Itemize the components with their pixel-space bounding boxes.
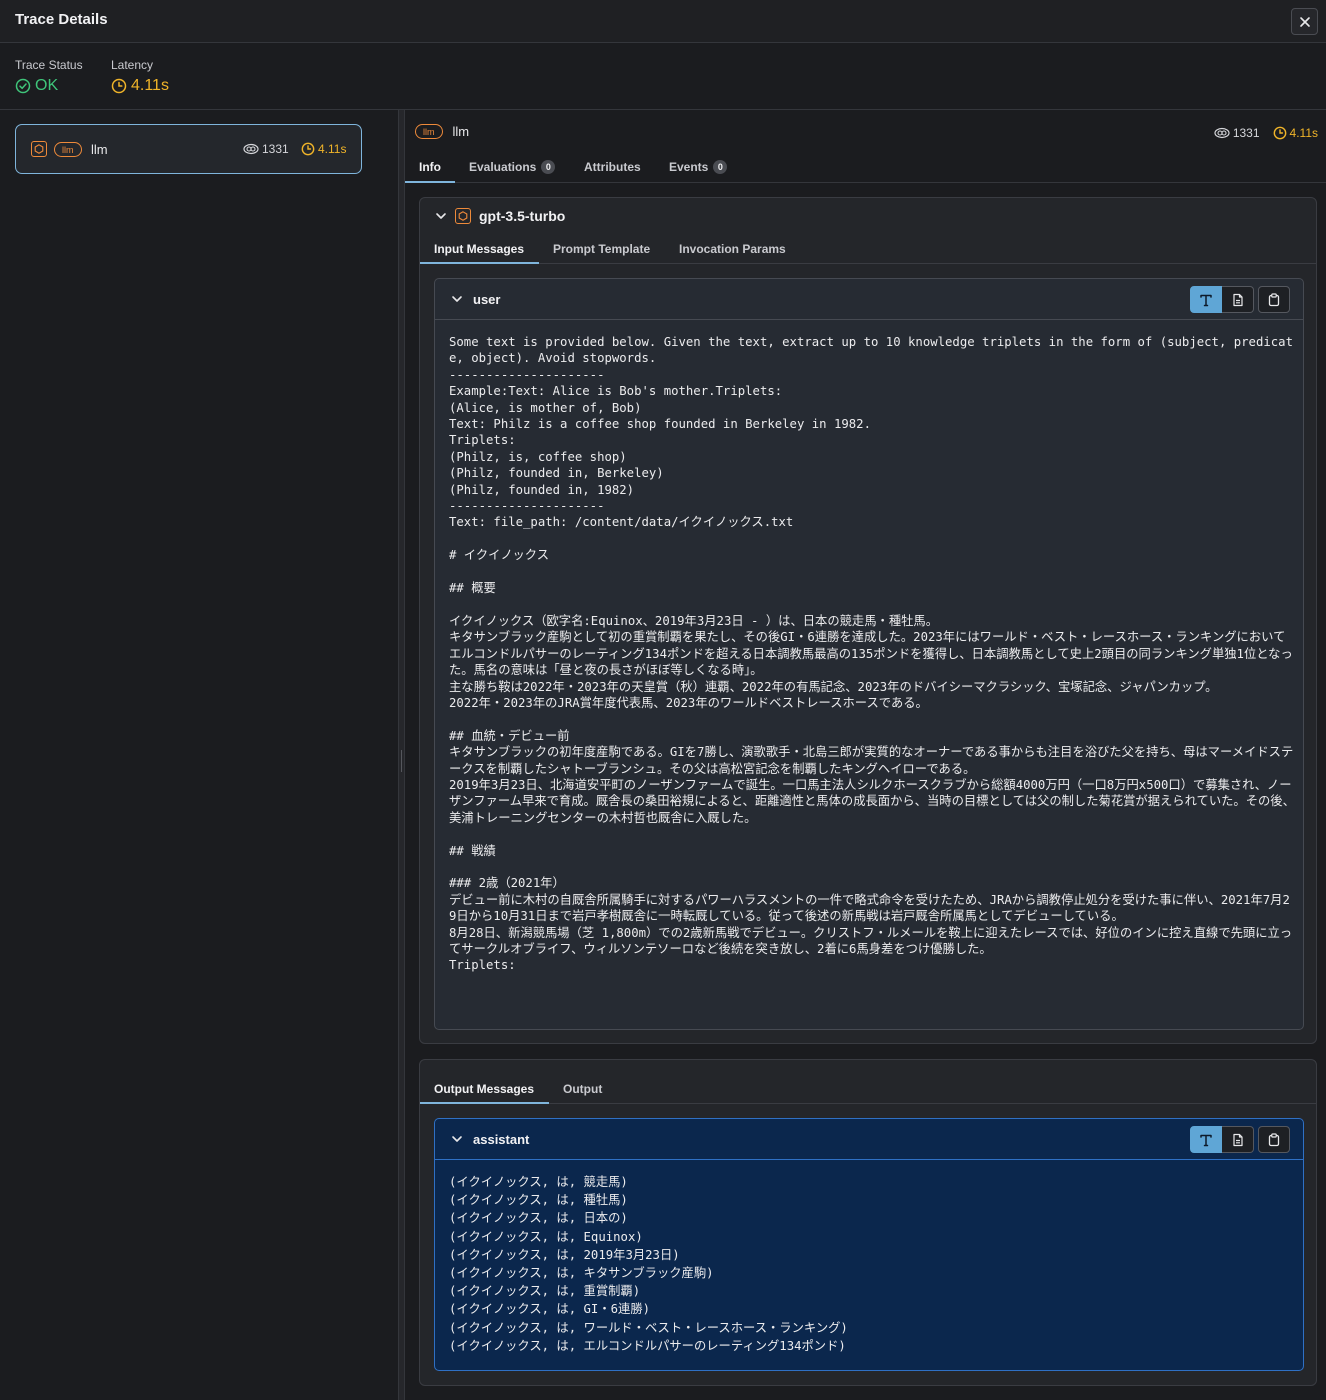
text-icon: [1200, 294, 1212, 306]
page-title: Trace Details: [15, 11, 108, 28]
span-tree: llm llm 1331 4.11s: [0, 110, 398, 1400]
span-header: llm llm: [415, 124, 469, 139]
count-badge: 0: [713, 160, 728, 174]
span-latency: 4.11s: [301, 142, 346, 156]
tab-input-messages[interactable]: Input Messages: [434, 242, 524, 256]
clock-icon: [111, 78, 127, 94]
title-bar: Trace Details: [0, 0, 1326, 43]
token-count: 1331: [1214, 126, 1260, 140]
llm-span-icon: [31, 141, 47, 157]
span-latency: 4.11s: [1273, 126, 1318, 140]
span-tree-node[interactable]: llm llm 1331 4.11s: [15, 124, 362, 174]
span-latency-value: 4.11s: [318, 142, 347, 156]
close-icon: [1299, 16, 1310, 27]
model-name: gpt-3.5-turbo: [479, 208, 566, 224]
llm-input-card: gpt-3.5-turbo Input Messages Prompt Temp…: [419, 197, 1317, 1044]
document-icon: [1232, 1133, 1243, 1146]
markdown-view-button[interactable]: [1222, 1126, 1254, 1153]
span-details: llm llm 1331 4.11s Info Evaluations 0 Att…: [405, 110, 1326, 1400]
token-count-value: 1331: [1232, 126, 1260, 140]
count-badge: 0: [541, 160, 556, 174]
message-toolbar: [1190, 1126, 1290, 1153]
latency-value: 4.11s: [131, 77, 169, 94]
markdown-view-button[interactable]: [1222, 286, 1254, 313]
trace-latency: Latency 4.11s: [111, 58, 169, 95]
trace-status: Trace Status OK: [15, 58, 83, 95]
span-kind-badge: llm: [54, 142, 82, 157]
output-subtabs: Output Messages Output: [420, 1076, 1316, 1104]
llm-span-icon: [455, 208, 471, 224]
tokens-icon: [243, 143, 259, 155]
message-role: assistant: [473, 1131, 530, 1147]
active-subtab-indicator: [420, 262, 539, 264]
text-view-button[interactable]: [1190, 286, 1222, 313]
panel-resize-handle[interactable]: [398, 110, 405, 1400]
token-count-value: 1331: [262, 142, 289, 156]
tab-invocation-params[interactable]: Invocation Params: [679, 242, 786, 256]
tab-evaluations[interactable]: Evaluations 0: [469, 160, 556, 174]
detail-tabs: Info Evaluations 0 Attributes Events 0: [405, 154, 1326, 183]
active-tab-indicator: [405, 181, 455, 183]
chevron-down-icon: [452, 1136, 462, 1142]
tab-output[interactable]: Output: [563, 1082, 602, 1096]
message-assistant: assistant (イクイノックス, は, 競走馬) (イクイノックス, は,…: [434, 1118, 1304, 1371]
span-latency-value: 4.11s: [1289, 126, 1318, 140]
model-header[interactable]: gpt-3.5-turbo: [435, 208, 565, 224]
input-subtabs: Input Messages Prompt Template Invocatio…: [420, 236, 1316, 264]
active-subtab-indicator: [420, 1102, 549, 1104]
message-toolbar: [1190, 286, 1290, 313]
trace-status-value: OK: [35, 77, 59, 94]
chevron-down-icon: [452, 296, 462, 302]
span-metrics: 1331 4.11s: [1214, 126, 1318, 140]
check-circle-icon: [15, 78, 31, 94]
clipboard-icon: [1268, 292, 1280, 306]
tab-info[interactable]: Info: [419, 160, 441, 174]
message-content: Some text is provided below. Given the t…: [449, 335, 1295, 973]
document-icon: [1232, 293, 1243, 306]
message-header[interactable]: user: [435, 279, 1303, 320]
clipboard-icon: [1268, 1132, 1280, 1146]
tab-attributes[interactable]: Attributes: [584, 160, 641, 174]
tokens-icon: [1214, 127, 1230, 139]
close-button[interactable]: [1291, 8, 1318, 35]
llm-output-card: Output Messages Output assistant (イクイノック…: [419, 1059, 1317, 1386]
text-view-button[interactable]: [1190, 1126, 1222, 1153]
tab-label: Attributes: [584, 160, 641, 174]
latency-label: Latency: [111, 58, 154, 72]
span-name: llm: [452, 124, 470, 139]
tab-label: Events: [669, 160, 709, 174]
span-name: llm: [91, 142, 108, 157]
token-count: 1331: [243, 142, 289, 156]
trace-summary: Trace Status OK Latency 4.11s: [0, 43, 1326, 110]
message-user: user Some text is provided below. Given …: [434, 278, 1304, 1030]
copy-button[interactable]: [1258, 1126, 1290, 1153]
tab-events[interactable]: Events 0: [669, 160, 728, 174]
chevron-down-icon: [436, 213, 446, 219]
tab-label: Evaluations: [469, 160, 537, 174]
span-kind-badge: llm: [415, 124, 443, 139]
clock-icon: [301, 142, 315, 156]
trace-status-label: Trace Status: [15, 58, 83, 72]
message-content: (イクイノックス, は, 競走馬) (イクイノックス, は, 種牡馬) (イクイ…: [449, 1175, 848, 1353]
text-icon: [1200, 1134, 1212, 1146]
tab-prompt-template[interactable]: Prompt Template: [553, 242, 650, 256]
copy-button[interactable]: [1258, 286, 1290, 313]
tab-label: Info: [419, 160, 441, 174]
message-header[interactable]: assistant: [435, 1119, 1303, 1160]
resize-grip-icon: [401, 750, 402, 772]
tab-output-messages[interactable]: Output Messages: [434, 1082, 534, 1096]
message-role: user: [473, 291, 501, 307]
clock-icon: [1273, 126, 1286, 140]
